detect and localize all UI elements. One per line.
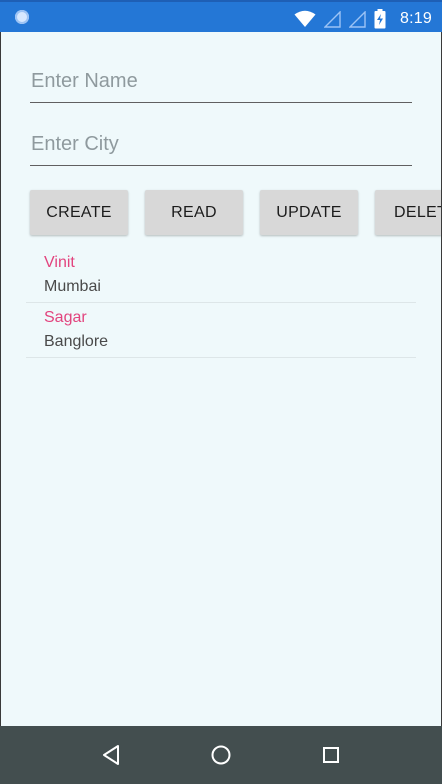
record-city: Banglore	[44, 333, 109, 350]
record-name: Vinit	[44, 254, 75, 271]
left-frame-edge	[0, 32, 1, 726]
record-name: Sagar	[44, 309, 87, 326]
update-button[interactable]: UPDATE	[260, 190, 358, 235]
app-notification-icon	[15, 10, 29, 24]
read-button[interactable]: READ	[145, 190, 243, 235]
name-input[interactable]	[30, 70, 413, 97]
list-item[interactable]: Vinit Mumbai	[26, 248, 416, 303]
device-screen: 8:19 CREATE READ UPDATE DELET Vinit Mumb…	[0, 0, 442, 784]
recents-icon[interactable]	[319, 743, 343, 767]
list-item[interactable]: Sagar Banglore	[26, 303, 416, 358]
records-list: Vinit Mumbai Sagar Banglore	[26, 248, 416, 358]
city-field-container	[30, 133, 413, 166]
wifi-icon	[294, 10, 316, 28]
delete-button[interactable]: DELET	[375, 190, 442, 235]
home-icon[interactable]	[209, 743, 233, 767]
city-input[interactable]	[30, 133, 413, 160]
clock-time: 8:19	[400, 10, 432, 27]
create-button[interactable]: CREATE	[30, 190, 128, 235]
signal-icon	[349, 10, 366, 28]
status-bar: 8:19	[0, 0, 442, 32]
signal-icon	[324, 10, 341, 28]
back-icon[interactable]	[100, 743, 124, 767]
record-city: Mumbai	[44, 278, 101, 295]
app-content: CREATE READ UPDATE DELET Vinit Mumbai Sa…	[0, 32, 442, 726]
status-icons: 8:19	[294, 8, 432, 30]
navigation-bar	[0, 726, 442, 784]
name-field-container	[30, 70, 413, 103]
battery-charging-icon	[374, 9, 386, 29]
